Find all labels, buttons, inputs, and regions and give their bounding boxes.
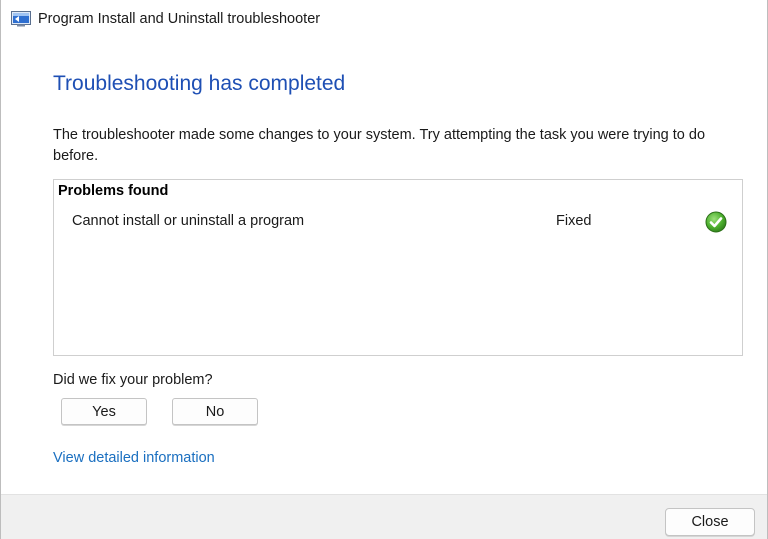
problem-name: Cannot install or uninstall a program — [72, 213, 305, 229]
problems-found-header: Problems found — [58, 183, 169, 199]
result-description: The troubleshooter made some changes to … — [53, 127, 706, 164]
problems-found-list: Problems found Cannot install or uninsta… — [53, 179, 743, 356]
view-detailed-information-link[interactable]: View detailed information — [53, 450, 215, 466]
footer-bar: Close — [1, 494, 767, 539]
troubleshooter-window: Program Install and Uninstall troublesho… — [0, 0, 768, 539]
close-button[interactable]: Close — [665, 508, 755, 536]
title-bar: Program Install and Uninstall troublesho… — [1, 0, 767, 38]
feedback-question: Did we fix your problem? — [53, 372, 213, 388]
problem-status: Fixed — [556, 213, 592, 229]
no-button[interactable]: No — [172, 398, 258, 425]
green-check-icon — [705, 211, 727, 233]
troubleshooter-app-icon — [11, 11, 31, 27]
yes-button[interactable]: Yes — [61, 398, 147, 425]
page-title: Troubleshooting has completed — [53, 72, 346, 95]
window-title: Program Install and Uninstall troublesho… — [38, 11, 321, 27]
list-item[interactable]: Cannot install or uninstall a program Fi… — [54, 210, 742, 234]
